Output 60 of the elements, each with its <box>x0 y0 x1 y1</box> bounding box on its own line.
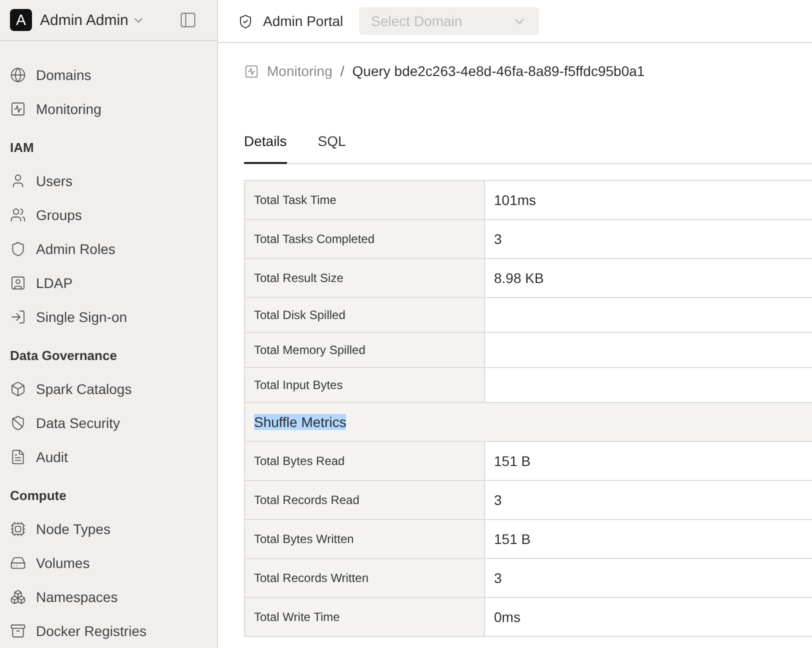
sidebar-toggle-button[interactable] <box>179 11 197 29</box>
metric-value-cell-text: 3 <box>493 569 503 588</box>
sidebar-item[interactable]: Volumes <box>0 546 217 580</box>
sidebar-item[interactable]: Namespaces <box>0 580 217 614</box>
metric-label-cell: Total Bytes Read <box>245 442 485 480</box>
tab[interactable]: Details <box>244 133 287 164</box>
metric-value-cell-text: 151 B <box>493 452 532 471</box>
users-icon <box>10 207 26 223</box>
metric-value-cell-text: 151 B <box>493 530 532 549</box>
metric-label-cell: Total Write Time <box>245 598 485 636</box>
metric-label-cell: Total Result Size <box>245 259 485 297</box>
metric-label-cell: Total Input Bytes <box>245 368 485 402</box>
sidebar-item[interactable]: Users <box>0 164 217 198</box>
breadcrumb-separator: / <box>340 63 344 79</box>
portal-title: Admin Portal <box>263 13 344 29</box>
breadcrumb-current: Query bde2c263-4e8d-46fa-8a89-f5ffdc95b0a1 <box>352 63 645 79</box>
sidebar-item[interactable]: LDAP <box>0 266 217 300</box>
sidebar-item[interactable]: Data Security <box>0 406 217 440</box>
sidebar-item[interactable]: Docker Registries <box>0 614 217 648</box>
drive-icon <box>10 555 26 571</box>
breadcrumb-link[interactable]: Monitoring <box>267 63 332 79</box>
sidebar-item[interactable]: Spark Catalogs <box>0 372 217 406</box>
chip-icon <box>10 521 26 537</box>
shield-icon <box>238 14 253 28</box>
sidebar-item[interactable]: Single Sign-on <box>0 300 217 334</box>
metric-label-cell: Total Disk Spilled <box>245 298 485 332</box>
nav-section-title: Compute <box>9 486 68 505</box>
login-icon <box>10 309 26 325</box>
sidebar-item[interactable]: Node Types <box>0 512 217 546</box>
sidebar-item[interactable]: Audit <box>0 440 217 474</box>
metric-label-cell: Total Memory Spilled <box>245 333 485 367</box>
nav-section-title: IAM <box>9 138 35 156</box>
nav-section-title: Data Governance <box>9 346 118 364</box>
metric-value-cell-text: 3 <box>493 491 503 510</box>
sidebar-item[interactable]: Domains <box>0 58 217 92</box>
metric-value-cell-text: 0ms <box>493 608 522 627</box>
metric-label-cell: Total Tasks Completed <box>245 220 485 258</box>
metric-value-cell-text: 8.98 KB <box>493 269 545 288</box>
user-icon <box>10 173 26 189</box>
sidebar-item[interactable]: Monitoring <box>0 92 217 126</box>
shield-icon <box>10 241 26 257</box>
section-title: Shuffle Metrics <box>254 414 346 430</box>
account-avatar: A <box>10 9 32 31</box>
globe-icon <box>10 67 26 83</box>
metric-label-cell: Total Records Read <box>245 481 485 519</box>
account-menu[interactable]: Admin Admin <box>40 12 146 28</box>
document-icon <box>10 449 26 465</box>
tab[interactable]: SQL <box>318 133 346 164</box>
metric-label-cell: Total Task Time <box>245 181 485 219</box>
user-badge-icon <box>10 275 26 291</box>
activity-icon <box>10 101 26 117</box>
cube-icon <box>10 381 26 397</box>
sidebar-item[interactable]: Admin Roles <box>0 232 217 266</box>
metric-value-cell-text: 101ms <box>493 191 538 210</box>
shield-slash-icon <box>10 415 26 431</box>
metric-label-cell: Total Records Written <box>245 559 485 597</box>
activity-icon <box>244 64 259 78</box>
metric-label-cell: Total Bytes Written <box>245 520 485 558</box>
sidebar-item[interactable]: Groups <box>0 198 217 232</box>
metric-value-cell-text: 3 <box>493 230 503 249</box>
